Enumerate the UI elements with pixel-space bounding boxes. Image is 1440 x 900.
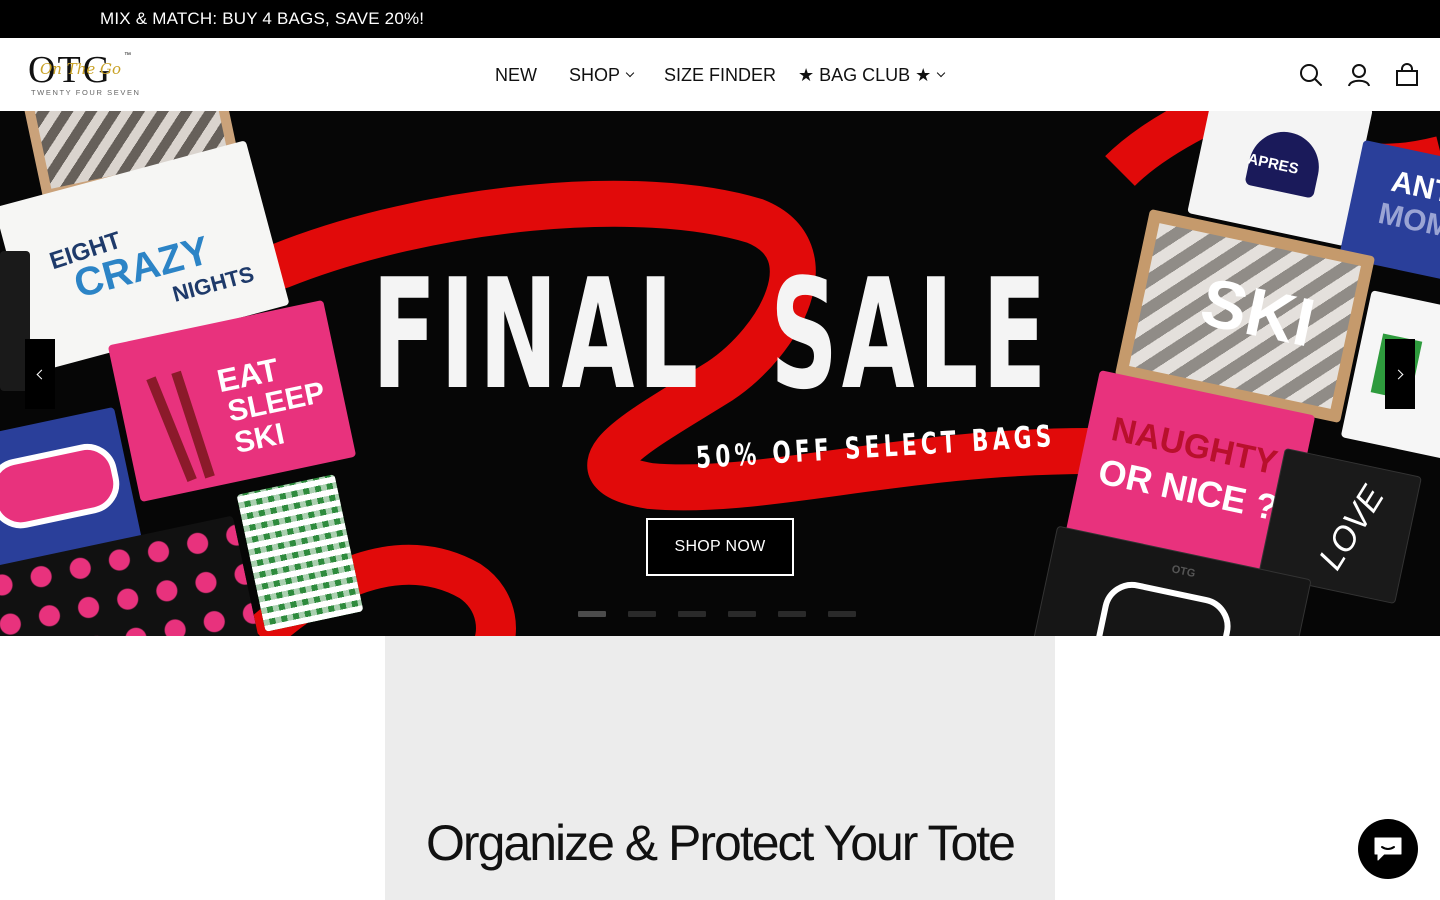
chevron-left-icon — [36, 369, 47, 379]
slide-next-button[interactable] — [1385, 339, 1415, 409]
chevron-down-icon — [625, 68, 635, 77]
promo-heading: Organize & Protect Your Tote — [426, 815, 1016, 871]
slide-dot[interactable] — [728, 611, 756, 617]
slide-prev-button[interactable] — [25, 339, 55, 409]
nav-item-label: ★ BAG CLUB ★ — [798, 64, 932, 85]
slide-dot[interactable] — [628, 611, 656, 617]
nav-item-label: SHOP — [569, 64, 621, 85]
logo-script: On The Go — [40, 60, 122, 78]
slide-dot[interactable] — [678, 611, 706, 617]
nav-item-new[interactable]: NEW — [495, 63, 537, 87]
cart-icon[interactable] — [1394, 62, 1420, 88]
pouch-label-otg: OTG — [1170, 563, 1197, 581]
promo-section: Organize & Protect Your Tote — [385, 636, 1055, 900]
site-header: OTG On The Go ™ TWENTY FOUR SEVEN NEW SH… — [0, 38, 1440, 111]
announcement-text: MIX & MATCH: BUY 4 BAGS, SAVE 20%! — [100, 9, 425, 28]
chevron-right-icon — [1393, 369, 1404, 379]
slide-dot[interactable] — [828, 611, 856, 617]
nav-item-size-finder[interactable]: SIZE FINDER — [664, 63, 776, 87]
logo-trademark: ™ — [124, 52, 131, 59]
account-icon[interactable] — [1346, 62, 1372, 88]
chat-button[interactable] — [1358, 819, 1418, 879]
nav-item-label: NEW — [495, 64, 537, 85]
chevron-down-icon — [937, 68, 946, 77]
logo-subtitle: TWENTY FOUR SEVEN — [31, 88, 141, 97]
slide-pagination — [578, 611, 856, 617]
slide-dot[interactable] — [578, 611, 606, 617]
announcement-bar: MIX & MATCH: BUY 4 BAGS, SAVE 20%! — [0, 0, 1440, 38]
chat-icon — [1374, 837, 1402, 861]
nav-item-shop[interactable]: SHOP — [569, 63, 635, 87]
hero-headline-right: SALE — [770, 246, 1051, 423]
pouch-label-love: love — [1311, 479, 1392, 577]
logo[interactable]: OTG On The Go ™ TWENTY FOUR SEVEN — [28, 49, 139, 98]
nav-item-bag-club[interactable]: ★ BAG CLUB ★ — [798, 63, 946, 87]
hero-headline: FINAL SALE — [372, 259, 1050, 411]
hero-slideshow: EIGHT CRAZY NIGHTS EAT SLEEP SKI APRES A… — [0, 111, 1440, 636]
shop-now-button[interactable]: SHOP NOW — [646, 518, 794, 576]
slide-dot[interactable] — [778, 611, 806, 617]
hero-headline-left: FINAL — [372, 246, 702, 423]
nav-item-label: SIZE FINDER — [664, 64, 777, 85]
search-icon[interactable] — [1298, 62, 1324, 88]
